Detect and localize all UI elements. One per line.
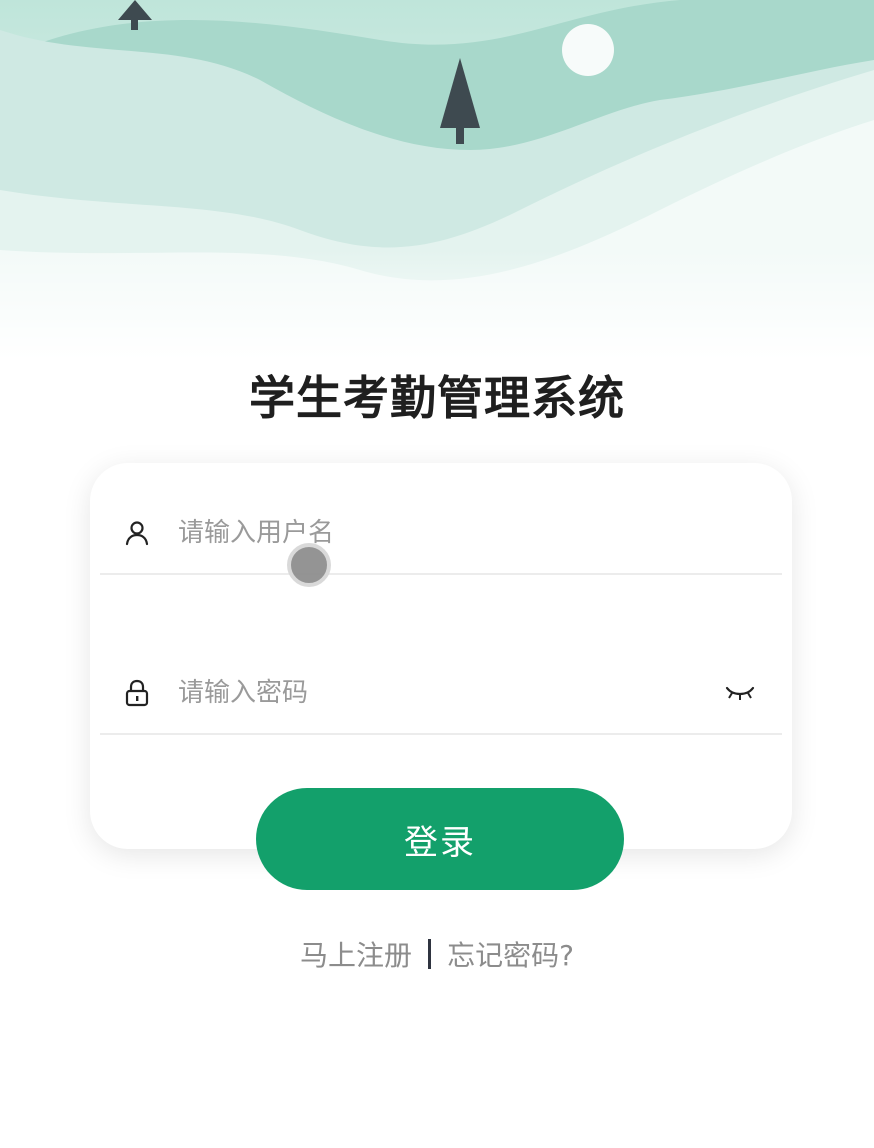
touch-pointer-indicator — [287, 543, 331, 587]
username-field — [100, 493, 782, 575]
password-field — [100, 653, 782, 735]
eye-closed-icon[interactable] — [722, 681, 758, 705]
login-button[interactable]: 登录 — [256, 788, 624, 890]
auth-links: 马上注册 忘记密码? — [0, 934, 874, 974]
password-input[interactable] — [176, 667, 740, 719]
header-illustration — [0, 0, 874, 360]
link-separator — [428, 939, 432, 969]
page-title: 学生考勤管理系统 — [249, 371, 625, 425]
username-input[interactable] — [176, 507, 740, 559]
forgot-password-link[interactable]: 忘记密码? — [447, 934, 574, 974]
user-icon — [122, 518, 152, 548]
register-link[interactable]: 马上注册 — [300, 934, 412, 974]
login-page: 学生考勤管理系统 请输入用户名 登录 马上注册 忘记密码? — [0, 0, 874, 1148]
lock-icon — [122, 678, 152, 708]
